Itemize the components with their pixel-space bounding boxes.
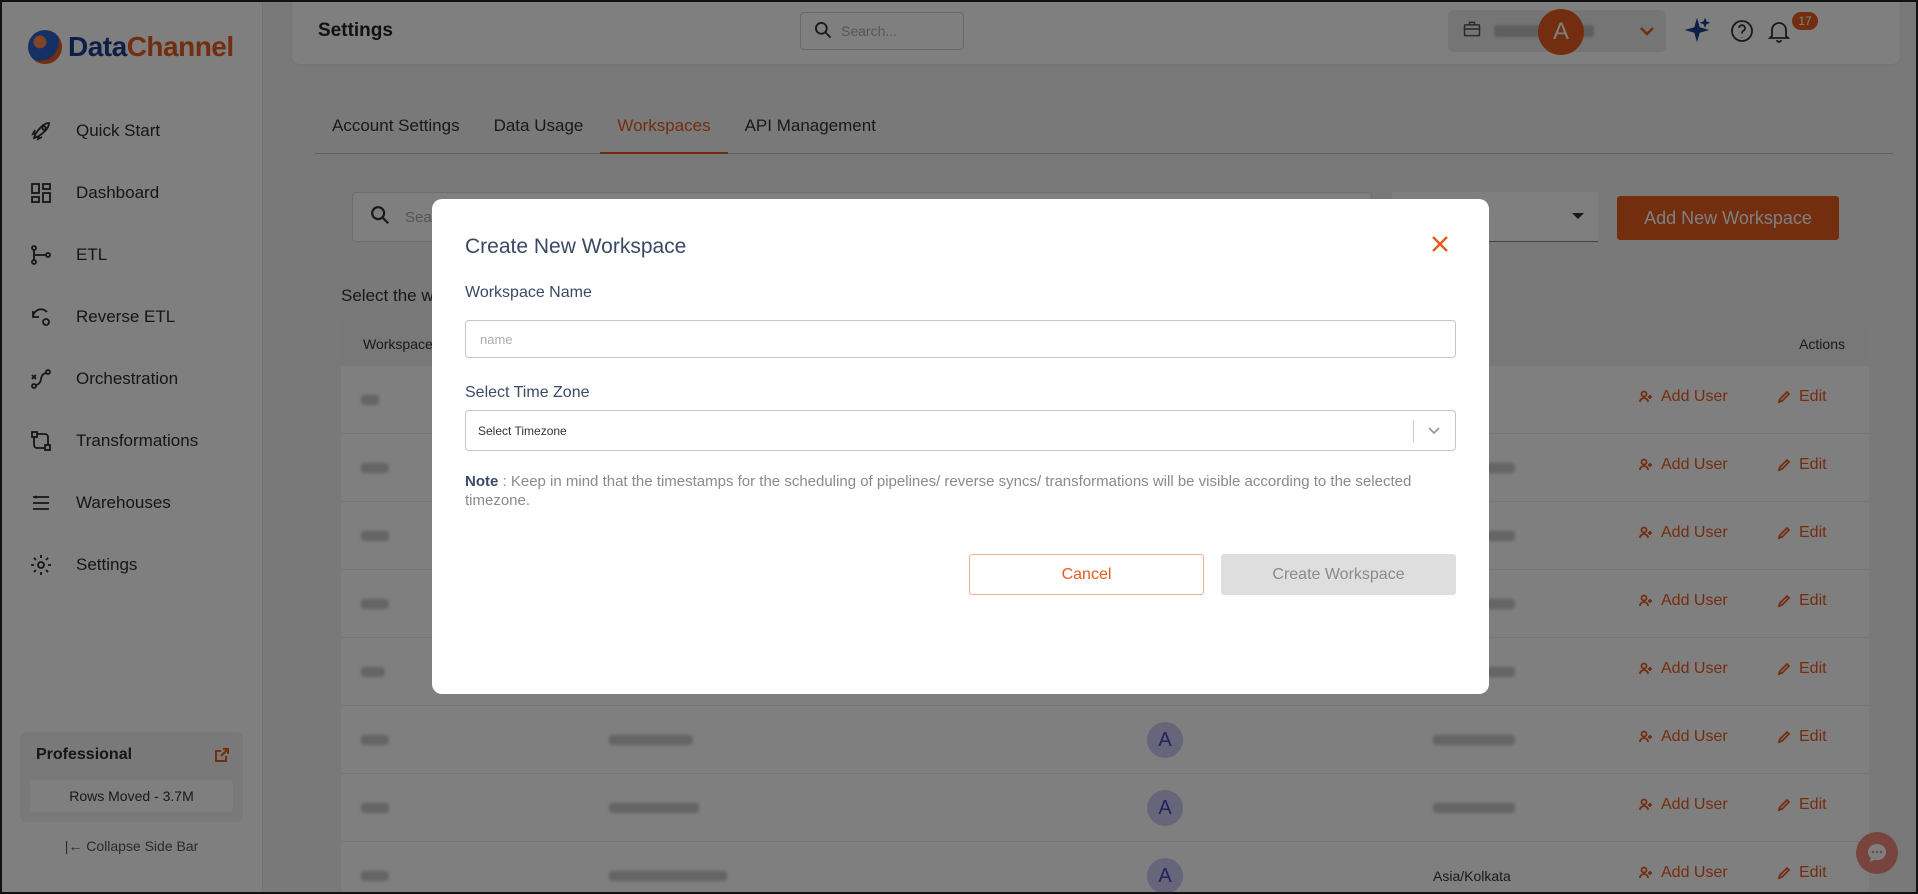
timezone-label: Select Time Zone <box>465 384 590 401</box>
timezone-select[interactable]: Select Timezone <box>465 410 1456 451</box>
timezone-select-value: Select Timezone <box>478 424 567 438</box>
workspace-name-input[interactable] <box>465 320 1456 358</box>
note-prefix: Note <box>465 473 499 490</box>
workspace-name-label: Workspace Name <box>465 284 592 301</box>
close-icon[interactable] <box>1429 233 1453 257</box>
timezone-note: Note : Keep in mind that the timestamps … <box>465 472 1456 510</box>
select-separator <box>1413 420 1414 442</box>
cancel-button[interactable]: Cancel <box>969 554 1204 595</box>
chevron-down-icon <box>1425 421 1445 441</box>
create-workspace-button[interactable]: Create Workspace <box>1221 554 1456 595</box>
note-text: : Keep in mind that the timestamps for t… <box>465 473 1412 509</box>
modal-title: Create New Workspace <box>465 235 687 258</box>
create-workspace-modal: Create New Workspace Workspace Name Sele… <box>432 199 1489 694</box>
